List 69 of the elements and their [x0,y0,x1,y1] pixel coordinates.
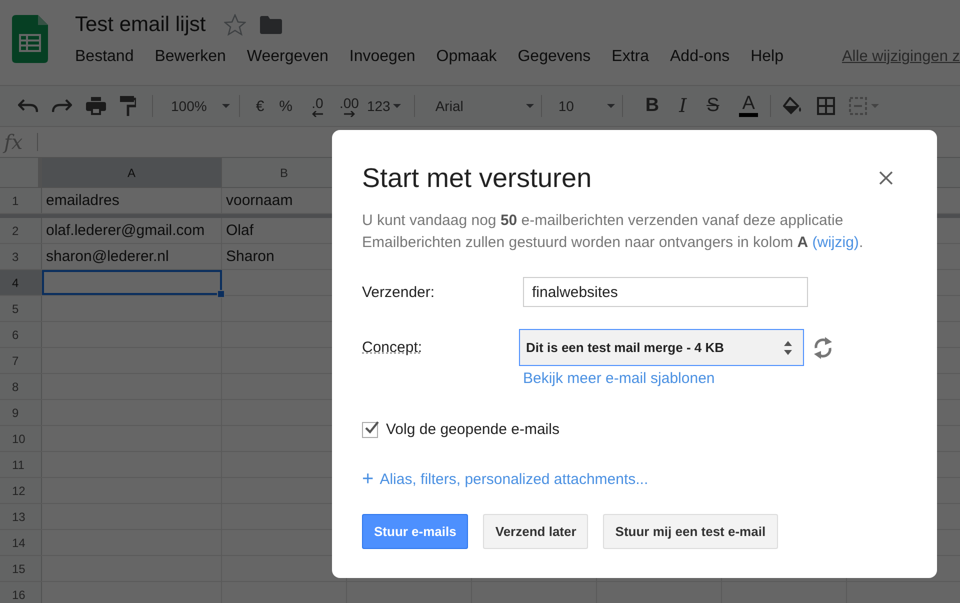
strikethrough-button[interactable]: S [706,95,720,117]
action-button[interactable]: Stuur mij een test e-mail [603,514,778,549]
row-number[interactable]: 4 [0,270,42,295]
menu-item[interactable]: Bewerken [154,48,226,66]
menu-item[interactable]: Invoegen [349,48,416,66]
number-format-dropdown[interactable]: 123 [366,98,402,114]
menu-item[interactable]: Weergeven [246,48,328,66]
print-icon[interactable] [86,97,106,115]
track-opens-label: Volg de geopende e-mails [386,421,560,438]
send-emails-button[interactable]: Stuur e-mails [362,514,468,549]
zoom-dropdown[interactable]: 100% [171,98,231,114]
menu-item[interactable]: Bestand [75,48,134,66]
caret-icon [392,103,402,109]
sender-field[interactable]: finalwebsites [523,277,808,307]
column-note-text: Emailberichten zullen gestuurd worden naar ontvangers in kolom A (wijzig). [362,233,864,253]
table-cell-text: sharon@lederer.nl [45,247,170,267]
paint-bucket-icon[interactable] [782,97,803,115]
caret-icon [525,103,536,109]
percent-button[interactable]: % [279,98,292,114]
font-dropdown[interactable]: Arial [435,98,536,114]
arrow-icon [312,110,324,116]
draft-label: Concept: [362,339,422,356]
save-status-link[interactable]: Alle wijzigingen z [842,48,960,66]
corner-cell[interactable] [0,158,42,188]
sender-label: Verzender: [362,284,436,300]
templates-link[interactable]: Bekijk meer e-mail sjablonen [523,370,715,387]
menu-item[interactable]: Help [750,48,784,66]
up-down-arrows-icon [783,340,794,356]
arrow-icon [343,110,356,116]
table-cell-text: Sharon [225,247,276,267]
caret-icon [220,103,231,109]
refresh-icon[interactable] [812,336,834,360]
change-column-link[interactable]: (wijzig) [812,234,859,251]
quota-text: U kunt vandaag nog 50 e-mailberichten verzenden vanaf deze applicatie [362,211,844,231]
borders-icon[interactable] [816,97,835,115]
italic-button[interactable]: I [679,95,687,117]
table-cell-text: voornaam [225,191,294,211]
decrease-decimals-button[interactable]: .0 [312,96,324,116]
caret-icon [606,103,616,109]
close-icon[interactable] [879,171,893,185]
menu-item[interactable]: Add-ons [670,48,730,66]
menu-item[interactable]: Extra [612,48,649,66]
currency-button[interactable]: € [256,98,264,114]
table-cell-text: olaf.lederer@gmail.com [45,221,206,241]
checkmark-icon [364,420,380,434]
paint-roller-icon[interactable] [120,96,136,116]
column-header[interactable]: A [42,158,222,188]
font-size-dropdown[interactable]: 10 [558,98,616,114]
fill-handle[interactable] [217,290,225,298]
folder-icon[interactable] [260,16,282,34]
dialog-title: Start met versturen [362,162,592,194]
draft-select[interactable]: Dit is een test mail merge - 4 KB [519,329,804,366]
increase-decimals-button[interactable]: .00 [340,96,359,116]
table-cell-text: emailadres [45,191,120,211]
menu-item[interactable]: Opmaak [436,48,497,66]
table-cell-text: Olaf [225,221,255,241]
merge-cells-icon[interactable] [848,97,879,115]
track-opens-checkbox[interactable] [362,422,378,438]
action-button[interactable]: Verzend later [483,514,588,549]
bold-button[interactable]: B [645,95,660,117]
text-color-button[interactable]: A [739,95,758,117]
redo-icon[interactable] [52,99,72,113]
undo-icon[interactable] [18,99,38,113]
advanced-options-link[interactable]: + Alias, filters, personalized attachments... [362,470,648,488]
selected-cell[interactable] [42,270,222,295]
document-title[interactable]: Test email lijst [75,13,206,37]
star-icon[interactable] [224,14,246,36]
menu-item[interactable]: Gegevens [518,48,591,66]
sheets-logo-icon[interactable] [12,15,48,63]
